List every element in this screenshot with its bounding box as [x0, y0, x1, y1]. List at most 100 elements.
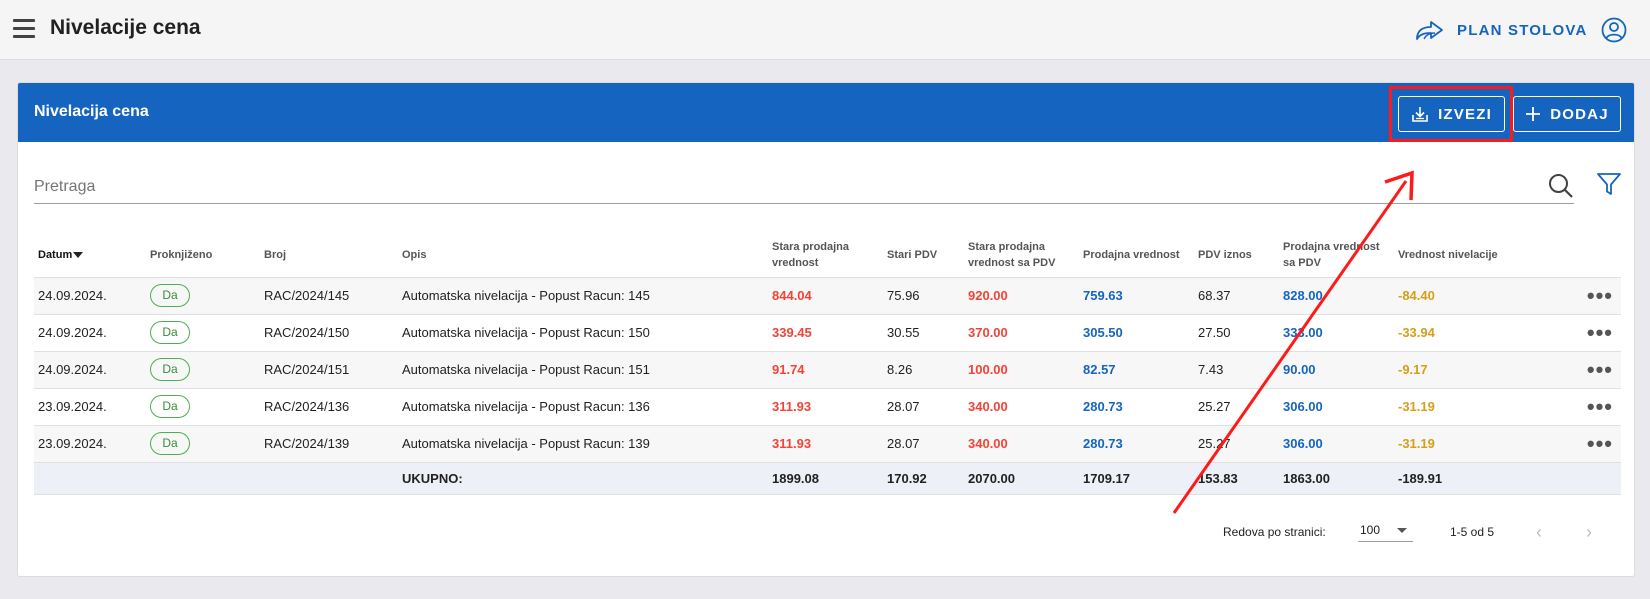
- more-horizontal-icon[interactable]: •••: [1509, 425, 1621, 463]
- more-horizontal-icon[interactable]: •••: [1509, 314, 1621, 352]
- cell-stari-pdv: 28.07: [883, 425, 964, 463]
- column-header-pdv-iznos[interactable]: PDV iznos: [1194, 233, 1279, 278]
- total-pdv-iznos: 153.83: [1194, 462, 1279, 495]
- add-button[interactable]: DODAJ: [1513, 96, 1621, 132]
- cell-opis: Automatska nivelacija - Popust Racun: 13…: [398, 425, 768, 463]
- cell-pdv-iznos: 25.27: [1194, 388, 1279, 426]
- more-horizontal-icon[interactable]: •••: [1509, 351, 1621, 389]
- column-header-proknjizeno[interactable]: Proknjiženo: [146, 233, 260, 278]
- column-header-prodajna[interactable]: Prodajna vrednost: [1079, 233, 1194, 278]
- status-badge[interactable]: Da: [150, 321, 190, 344]
- cell-stara-sa-pdv: 370.00: [964, 314, 1079, 352]
- more-horizontal-icon[interactable]: •••: [1509, 388, 1621, 426]
- card-title: Nivelacija cena: [34, 103, 149, 120]
- cell-broj: RAC/2024/136: [260, 388, 398, 426]
- cell-prodajna-sa-pdv: 828.00: [1279, 277, 1394, 315]
- status-badge[interactable]: Da: [150, 432, 190, 455]
- column-header-stari-pdv[interactable]: Stari PDV: [883, 233, 964, 278]
- plan-stolova-button[interactable]: PLAN STOLOVA: [1415, 14, 1588, 46]
- cell-stara-sa-pdv: 100.00: [964, 351, 1079, 389]
- forward-arrow-icon: [1416, 21, 1443, 40]
- cell-stara-sa-pdv: 340.00: [964, 425, 1079, 463]
- cell-stari-pdv: 28.07: [883, 388, 964, 426]
- table-header-row: Datum Proknjiženo Broj Opis Stara prodaj…: [34, 233, 1621, 278]
- cell-broj: RAC/2024/150: [260, 314, 398, 352]
- chevron-down-icon: [1397, 528, 1407, 533]
- search-icon[interactable]: [1548, 173, 1574, 199]
- nivelacije-table: Datum Proknjiženo Broj Opis Stara prodaj…: [34, 233, 1621, 495]
- sort-down-icon: [73, 251, 84, 258]
- column-header-opis[interactable]: Opis: [398, 233, 768, 278]
- cell-stara-prodajna: 91.74: [768, 351, 883, 389]
- cell-pdv-iznos: 27.50: [1194, 314, 1279, 352]
- cell-proknjizeno: Da: [146, 277, 260, 315]
- cell-pdv-iznos: 68.37: [1194, 277, 1279, 315]
- column-header-actions: [1509, 233, 1621, 278]
- totals-label: UKUPNO:: [398, 462, 768, 495]
- cell-proknjizeno: Da: [146, 351, 260, 389]
- rows-per-page-value: 100: [1360, 522, 1381, 537]
- table-row[interactable]: 24.09.2024. Da RAC/2024/150 Automatska n…: [34, 314, 1621, 352]
- cell-prodajna-sa-pdv: 333.00: [1279, 314, 1394, 352]
- cell-pdv-iznos: 7.43: [1194, 351, 1279, 389]
- cell-prodajna: 280.73: [1079, 388, 1194, 426]
- cell-broj: RAC/2024/139: [260, 425, 398, 463]
- column-header-datum[interactable]: Datum: [34, 233, 146, 278]
- column-header-stara-prodajna[interactable]: Stara prodajna vrednost: [768, 233, 883, 278]
- cell-pdv-iznos: 25.27: [1194, 425, 1279, 463]
- page-title: Nivelacije cena: [50, 16, 201, 39]
- cell-vrednost-nivelacije: -31.19: [1394, 425, 1509, 463]
- filter-icon[interactable]: [1596, 171, 1622, 197]
- status-badge[interactable]: Da: [150, 395, 190, 418]
- cell-prodajna-sa-pdv: 90.00: [1279, 351, 1394, 389]
- cell-stara-prodajna: 844.04: [768, 277, 883, 315]
- plus-icon: [1526, 107, 1541, 121]
- cell-datum: 23.09.2024.: [34, 388, 146, 426]
- column-header-vrednost-nivelacije[interactable]: Vrednost nivelacije: [1394, 233, 1509, 278]
- cell-stara-prodajna: 311.93: [768, 388, 883, 426]
- totals-row: UKUPNO: 1899.08 170.92 2070.00 1709.17 1…: [34, 462, 1621, 495]
- cell-prodajna: 759.63: [1079, 277, 1194, 315]
- cell-prodajna-sa-pdv: 306.00: [1279, 388, 1394, 426]
- status-badge[interactable]: Da: [150, 358, 190, 381]
- table-row[interactable]: 24.09.2024. Da RAC/2024/145 Automatska n…: [34, 277, 1621, 315]
- cell-datum: 24.09.2024.: [34, 351, 146, 389]
- top-app-bar: Nivelacije cena PLAN STOLOVA: [0, 0, 1650, 60]
- column-header-broj[interactable]: Broj: [260, 233, 398, 278]
- total-prodajna: 1709.17: [1079, 462, 1194, 495]
- user-circle-icon[interactable]: [1601, 17, 1627, 43]
- search-field: [34, 171, 1574, 204]
- cell-broj: RAC/2024/145: [260, 277, 398, 315]
- status-badge[interactable]: Da: [150, 284, 190, 307]
- cell-prodajna: 280.73: [1079, 425, 1194, 463]
- cell-vrednost-nivelacije: -84.40: [1394, 277, 1509, 315]
- chevron-right-icon[interactable]: ›: [1586, 522, 1592, 542]
- cell-stari-pdv: 75.96: [883, 277, 964, 315]
- cell-stari-pdv: 30.55: [883, 314, 964, 352]
- column-header-prodajna-sa-pdv[interactable]: Prodajna vrednost sa PDV: [1279, 233, 1394, 278]
- total-stara-prodajna: 1899.08: [768, 462, 883, 495]
- cell-stara-sa-pdv: 340.00: [964, 388, 1079, 426]
- table-row[interactable]: 23.09.2024. Da RAC/2024/139 Automatska n…: [34, 425, 1621, 463]
- total-stari-pdv: 170.92: [883, 462, 964, 495]
- cell-proknjizeno: Da: [146, 388, 260, 426]
- chevron-left-icon[interactable]: ‹: [1536, 522, 1542, 542]
- more-horizontal-icon[interactable]: •••: [1509, 277, 1621, 315]
- pagination-range: 1-5 od 5: [1450, 525, 1495, 539]
- cell-opis: Automatska nivelacija - Popust Racun: 14…: [398, 277, 768, 315]
- cell-stari-pdv: 8.26: [883, 351, 964, 389]
- rows-per-page-label: Redova po stranici:: [1223, 525, 1326, 539]
- table-row[interactable]: 23.09.2024. Da RAC/2024/136 Automatska n…: [34, 388, 1621, 426]
- menu-icon[interactable]: [13, 19, 35, 39]
- total-prodajna-sa-pdv: 1863.00: [1279, 462, 1394, 495]
- cell-datum: 23.09.2024.: [34, 425, 146, 463]
- cell-stara-sa-pdv: 920.00: [964, 277, 1079, 315]
- cell-vrednost-nivelacije: -9.17: [1394, 351, 1509, 389]
- search-input[interactable]: [34, 171, 1514, 203]
- rows-per-page-select[interactable]: 100: [1358, 518, 1413, 542]
- column-header-stara-sa-pdv[interactable]: Stara prodajna vrednost sa PDV: [964, 233, 1079, 278]
- cell-broj: RAC/2024/151: [260, 351, 398, 389]
- table-row[interactable]: 24.09.2024. Da RAC/2024/151 Automatska n…: [34, 351, 1621, 389]
- cell-opis: Automatska nivelacija - Popust Racun: 15…: [398, 351, 768, 389]
- cell-opis: Automatska nivelacija - Popust Racun: 13…: [398, 388, 768, 426]
